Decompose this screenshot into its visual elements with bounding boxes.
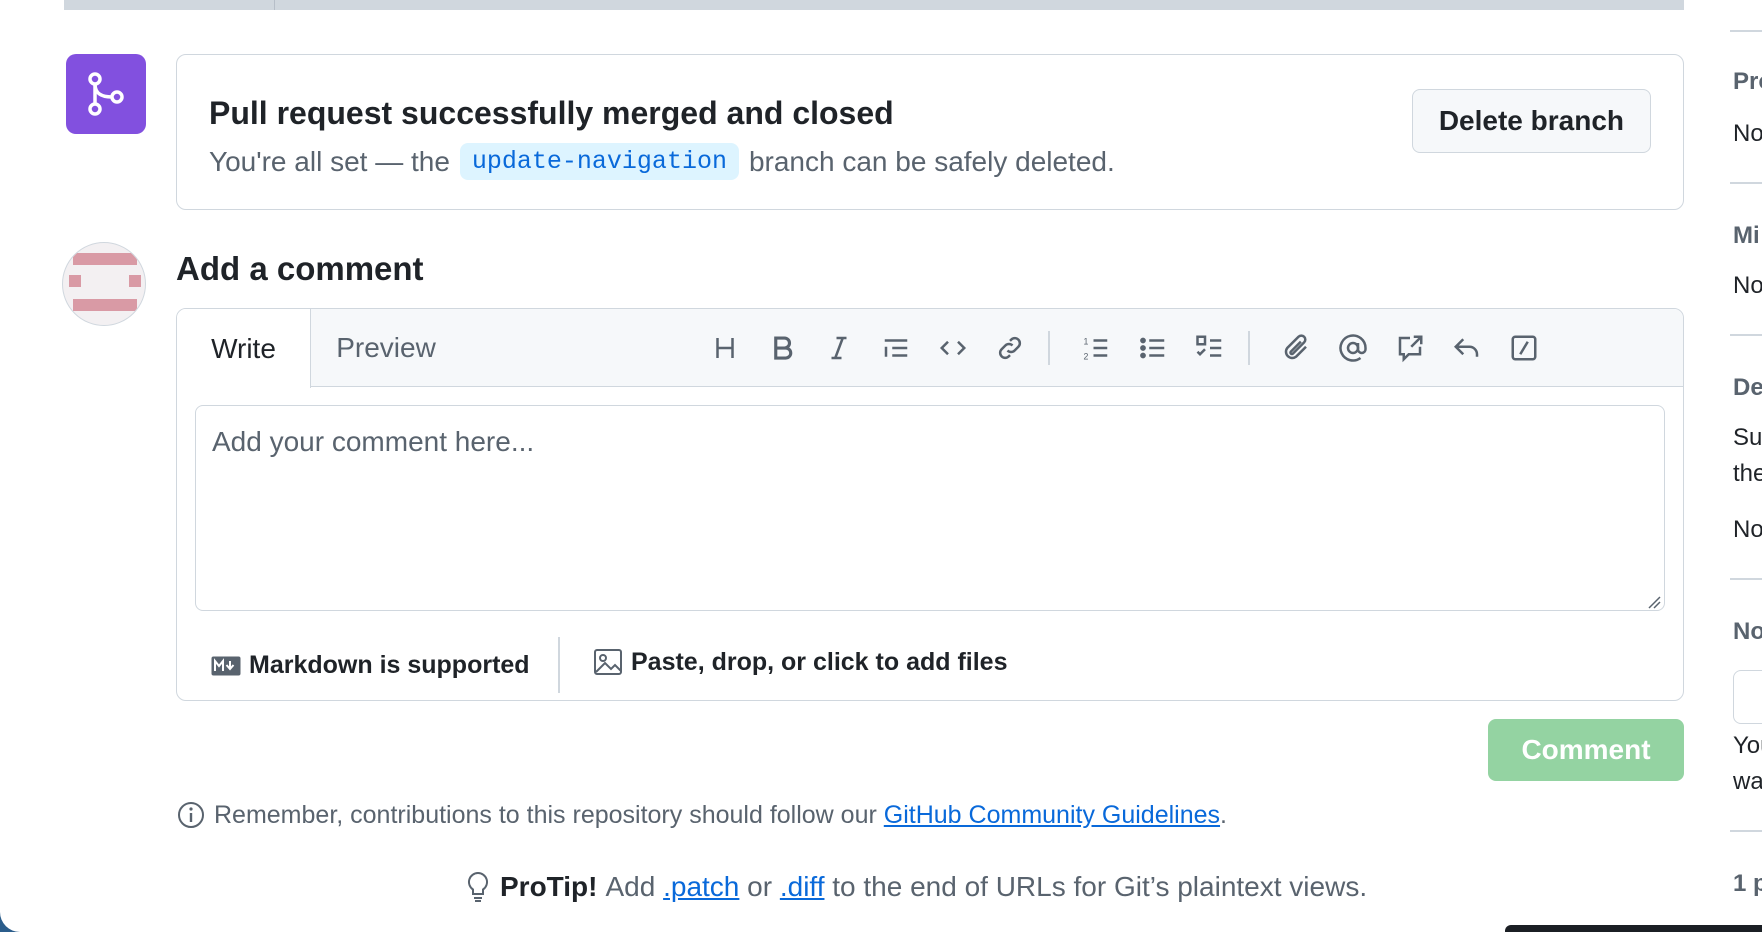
sidebar-heading-projects[interactable]: Pro [1733,68,1762,96]
comment-textarea[interactable] [195,405,1665,611]
protip: ProTip! Add .patch or .diff to the end of… [464,870,1367,904]
merged-icon [66,54,146,134]
tab-write[interactable]: Write [177,309,311,388]
info-icon [178,802,204,828]
footer-divider [558,637,560,693]
toolbar-divider [1248,331,1250,365]
protip-add: Add [605,871,656,902]
sidebar-divider [1730,830,1762,832]
protip-suffix: to the end of URLs for Git’s plaintext v… [832,871,1368,902]
attach-files-hint[interactable]: Paste, drop, or click to add files [593,647,1008,677]
sidebar-text: You [1733,732,1762,759]
merge-status-subtitle: You're all set — the update-navigation b… [209,143,1115,180]
editor-header: Write Preview 12 [177,309,1683,388]
sidebar-value: No [1733,272,1762,299]
reply-icon[interactable] [1445,326,1489,370]
sidebar-text: wa [1733,768,1762,795]
link-icon[interactable] [988,326,1032,370]
sidebar-heading-milestone[interactable]: Mi [1733,222,1760,250]
resize-grip-icon[interactable] [1647,595,1661,609]
sidebar-divider [1730,30,1762,32]
attach-files-label: Paste, drop, or click to add files [631,647,1008,676]
sidebar-heading-development[interactable]: De [1733,374,1762,402]
image-icon [594,649,622,675]
unordered-list-icon[interactable] [1131,326,1175,370]
numbered-list-icon[interactable]: 12 [1074,326,1118,370]
guidelines-note: Remember, contributions to this reposito… [176,800,1227,830]
diff-link[interactable]: .diff [780,871,825,903]
heading-icon[interactable] [703,326,747,370]
sidebar-value: No [1733,120,1762,147]
avatar[interactable] [62,242,146,326]
comment-submit-button[interactable]: Comment [1488,719,1684,781]
sidebar-text: the [1733,460,1762,487]
sidebar-subscribe-button[interactable] [1733,670,1762,724]
bold-icon[interactable] [760,326,804,370]
sidebar-text: Su [1733,424,1762,451]
sidebar-divider [1730,334,1762,336]
top-bar-divider [274,0,275,10]
merge-status-suffix: branch can be safely deleted. [748,145,1115,177]
comment-editor: Write Preview 12 Add your comment here..… [176,308,1684,701]
branch-name[interactable]: update-navigation [459,143,739,180]
quote-icon[interactable] [874,326,918,370]
mention-icon[interactable] [1331,326,1375,370]
timeline-top-bar [64,0,1684,10]
italic-icon[interactable] [817,326,861,370]
svg-text:1: 1 [1084,336,1089,346]
svg-text:2: 2 [1084,351,1089,361]
markdown-hint-label: Markdown is supported [249,651,530,679]
cross-reference-icon[interactable] [1388,326,1432,370]
delete-branch-button[interactable]: Delete branch [1411,89,1651,153]
protip-or: or [747,871,773,902]
merge-status-prefix: You're all set — the [209,145,450,177]
add-comment-heading: Add a comment [176,250,424,287]
guidelines-prefix: Remember, contributions to this reposito… [214,800,877,829]
code-icon[interactable] [931,326,975,370]
merge-status-box: Pull request successfully merged and clo… [176,54,1684,210]
attach-icon[interactable] [1274,326,1318,370]
lightbulb-icon [467,871,489,902]
community-guidelines-link[interactable]: GitHub Community Guidelines [884,801,1220,830]
slash-command-icon[interactable] [1502,326,1546,370]
guidelines-suffix: . [1220,800,1227,829]
sidebar-heading-notifications: No [1733,618,1762,645]
right-sidebar: Pro No Mi No De Su the No No You wa 1 p [1730,0,1762,932]
patch-link[interactable]: .patch [663,871,739,903]
tab-preview[interactable]: Preview [311,309,461,387]
sidebar-divider [1730,182,1762,184]
merge-status-title: Pull request successfully merged and clo… [209,95,894,131]
protip-label: ProTip! [500,871,598,902]
editor-footer: Markdown is supported Paste, drop, or cl… [177,627,1683,700]
sidebar-participants: 1 p [1733,870,1762,897]
toolbar-divider [1048,331,1050,365]
markdown-icon [211,656,241,675]
task-list-icon[interactable] [1188,326,1232,370]
sidebar-divider [1730,578,1762,580]
markdown-hint[interactable]: Markdown is supported [211,651,530,680]
background-window-edge [1505,925,1762,932]
sidebar-value: No [1733,516,1762,543]
